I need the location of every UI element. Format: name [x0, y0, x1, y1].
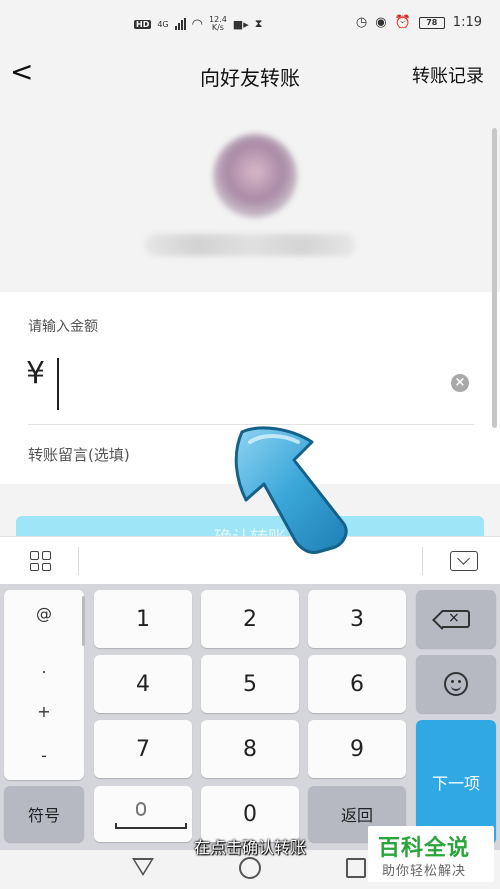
toolbar-divider — [422, 547, 423, 575]
hd-badge: HD — [134, 19, 152, 29]
backspace-icon: × — [442, 610, 470, 628]
scrollbar[interactable] — [492, 128, 497, 428]
battery-icon: 78 — [418, 16, 445, 29]
grid-icon[interactable] — [30, 551, 52, 571]
watermark-title: 百科全说 — [378, 836, 471, 861]
toolbar-divider — [78, 547, 79, 575]
numeric-keyboard: @ . + - 1 2 3 × 4 5 6 7 8 9 下一项 符号 0 返回 — [0, 584, 500, 850]
key-4[interactable]: 4 — [94, 655, 192, 713]
transfer-records-link[interactable]: 转账记录 — [412, 62, 484, 88]
symbol-column[interactable]: @ . + - — [4, 590, 85, 780]
video-icon: ■▸ — [232, 17, 249, 31]
clock: 1:19 — [452, 15, 482, 30]
alarm-icon: ⏰ — [394, 15, 411, 30]
amount-input[interactable] — [57, 358, 59, 410]
key-3[interactable]: 3 — [308, 590, 406, 648]
status-bar: HD 4G ◠ 12.4 K/s ■▸ ⧗ ◷ ◉ ⏰ 78 1:19 — [0, 0, 500, 44]
backspace-key[interactable]: × — [416, 590, 496, 648]
wifi-icon: ◠ — [191, 16, 203, 32]
eye-icon: ◉ — [375, 15, 387, 30]
key-2[interactable]: 2 — [201, 590, 299, 648]
watermark: 百科全说 助你轻松解决 — [368, 826, 494, 882]
amount-label: 请输入金额 — [28, 319, 98, 335]
key-5[interactable]: 5 — [201, 655, 299, 713]
key-6[interactable]: 6 — [308, 655, 406, 713]
symbol-scrollbar — [82, 596, 85, 646]
smile-icon — [444, 672, 468, 696]
hourglass-icon: ⧗ — [254, 17, 263, 30]
hide-keyboard-icon[interactable] — [450, 551, 478, 571]
symbol-key-minus[interactable]: - — [4, 746, 84, 765]
symbol-key-dot[interactable]: . — [4, 658, 84, 677]
currency-symbol: ¥ — [26, 356, 46, 391]
key-7[interactable]: 7 — [94, 720, 192, 778]
nfc-icon: ◷ — [355, 15, 368, 30]
key-1[interactable]: 1 — [94, 590, 192, 648]
app-header: < 向好友转账 转账记录 — [0, 44, 500, 104]
space-icon — [115, 823, 187, 829]
nav-home-icon[interactable] — [239, 857, 261, 879]
mic-icon — [136, 802, 146, 816]
key-8[interactable]: 8 — [201, 720, 299, 778]
watermark-subtitle: 助你轻松解决 — [382, 864, 467, 879]
clear-icon[interactable]: × — [451, 374, 469, 392]
signal-icon — [174, 18, 186, 30]
recipient-profile — [0, 104, 500, 292]
network-speed-unit: K/s — [211, 23, 224, 32]
nav-recents-icon[interactable] — [346, 858, 366, 878]
status-left: HD 4G ◠ 12.4 K/s ■▸ ⧗ — [134, 16, 262, 32]
symbol-key-at[interactable]: @ — [4, 604, 84, 623]
recipient-name-blurred — [145, 234, 355, 256]
emoji-key[interactable] — [416, 655, 496, 713]
avatar — [213, 134, 297, 218]
nav-back-icon[interactable] — [132, 858, 154, 876]
pointer-arrow-icon — [234, 426, 348, 554]
symbol-key-plus[interactable]: + — [4, 702, 84, 721]
remark-input[interactable]: 转账留言(选填) — [28, 444, 130, 465]
network-speed: 12.4 K/s — [209, 16, 227, 32]
status-right: ◷ ◉ ⏰ 78 1:19 — [356, 15, 482, 30]
network-type: 4G — [157, 19, 169, 29]
key-9[interactable]: 9 — [308, 720, 406, 778]
